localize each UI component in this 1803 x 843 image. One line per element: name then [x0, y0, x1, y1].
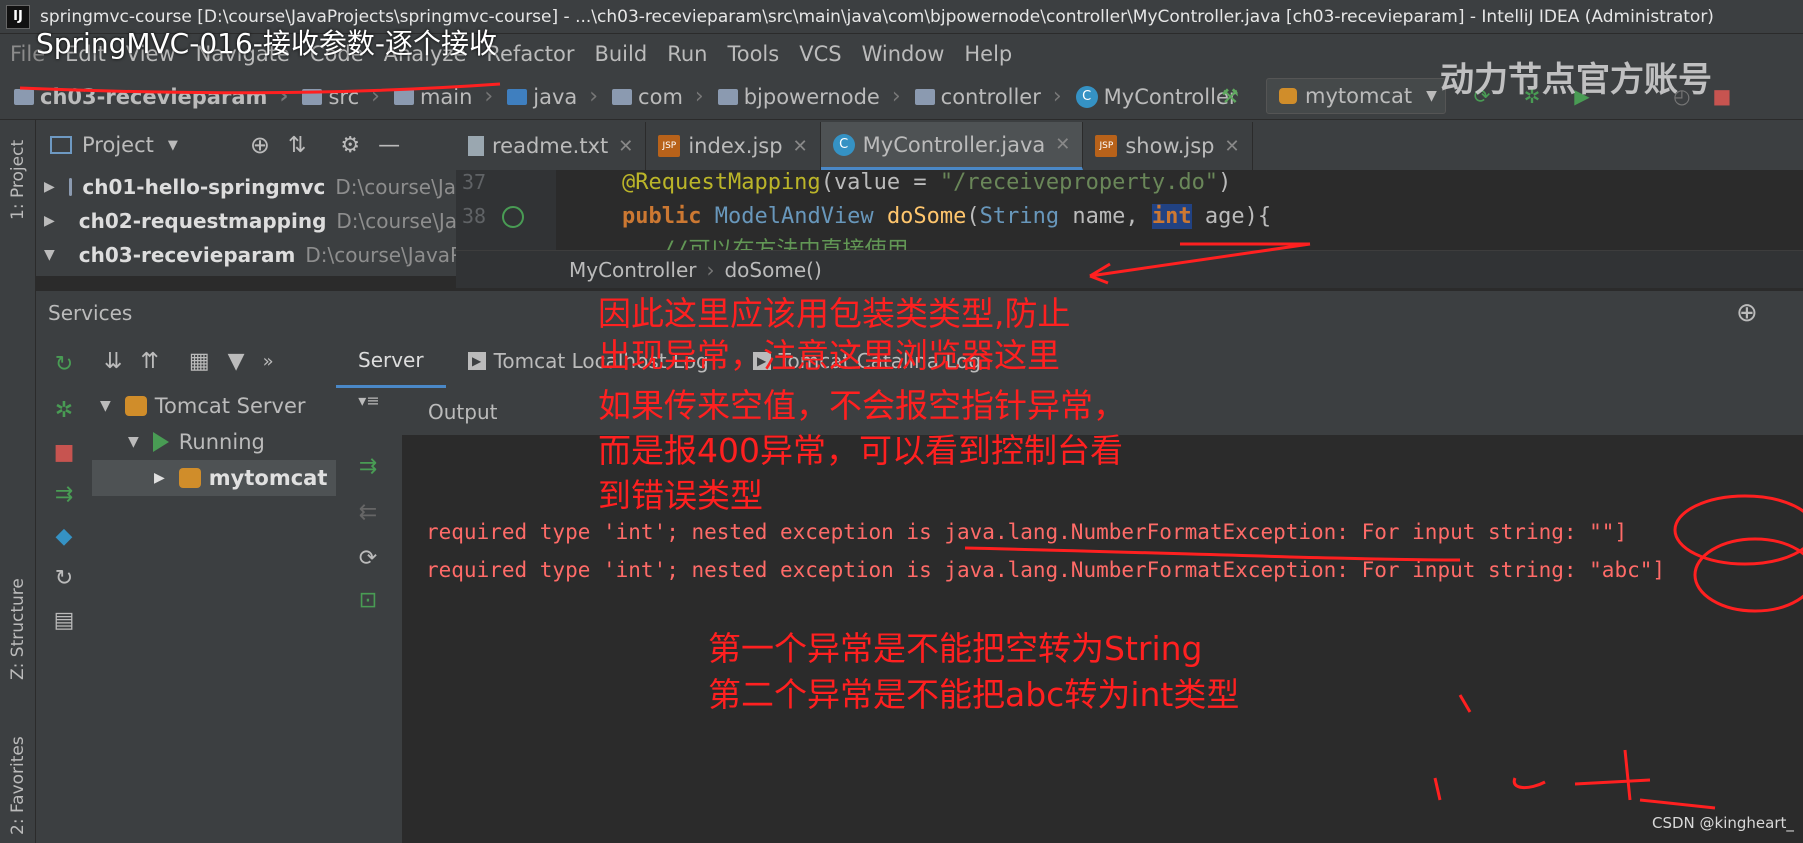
- csdn-credit: CSDN @kingheart_: [1652, 814, 1794, 832]
- arrow-stroke: [1089, 242, 1311, 285]
- scribble-stroke: [1458, 694, 1472, 713]
- circle-stroke: [1693, 537, 1803, 613]
- scribble-stroke: [1433, 749, 1716, 810]
- circle-stroke: [1673, 494, 1803, 566]
- annotation-strokes: [19, 82, 1803, 810]
- strike-stroke: [19, 82, 501, 95]
- underline-stroke: [964, 546, 1461, 562]
